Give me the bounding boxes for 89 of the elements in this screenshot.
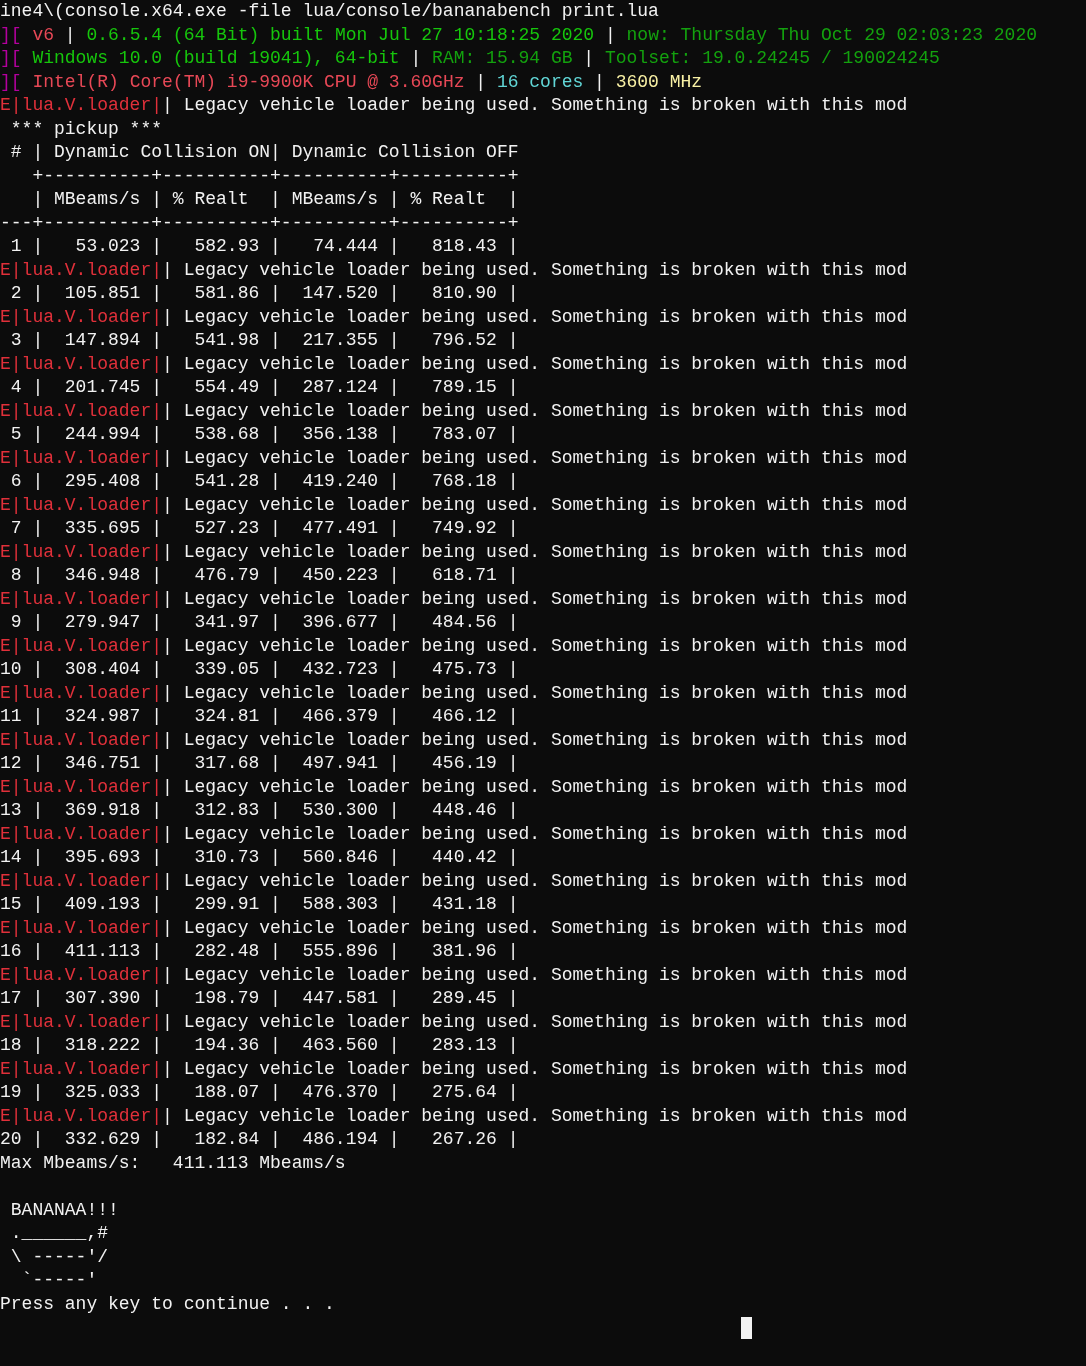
log-source: E|lua.V.loader| (0, 1058, 163, 1079)
console-text: # | Dynamic Collision ON| Dynamic Collision OFF (9, 142, 519, 162)
table-row-text: 1 | 53.023 | 582.93 | 74.444 | 818.43 | (9, 236, 519, 256)
table-row-text: 7 | 335.695 | 527.23 | 477.491 | 749.92 | (9, 518, 519, 538)
log-message: | Legacy vehicle loader being used. Something is broken with this mod (162, 729, 908, 750)
log-message: | Legacy vehicle loader being used. Something is broken with this mod (162, 400, 908, 421)
console-text: Max Mbeams/s: 411.113 Mbeams/s (0, 1152, 346, 1173)
log-message: | Legacy vehicle loader being used. Something is broken with this mod (162, 259, 908, 280)
log-message: | Legacy vehicle loader being used. Something is broken with this mod (162, 306, 908, 327)
table-row-text: 2 | 105.851 | 581.86 | 147.520 | 810.90 | (9, 283, 519, 303)
console-text: ][ (0, 24, 22, 45)
log-source: E|lua.V.loader| (0, 494, 163, 515)
table-row: 20 | 332.629 | 182.84 | 486.194 | 267.26 | (0, 1129, 519, 1149)
log-message: | Legacy vehicle loader being used. Something is broken with this mod (162, 541, 908, 562)
table-row-text: 5 | 244.994 | 538.68 | 356.138 | 783.07 | (9, 424, 519, 444)
log-message: | Legacy vehicle loader being used. Something is broken with this mod (162, 494, 908, 515)
table-row-text: 9 | 279.947 | 341.97 | 396.677 | 484.56 | (9, 612, 519, 632)
console-text: | (603, 24, 617, 45)
log-source: E|lua.V.loader| (0, 353, 163, 374)
table-row: 16 | 411.113 | 282.48 | 555.896 | 381.96 | (0, 941, 519, 961)
log-source: E|lua.V.loader| (0, 588, 163, 609)
log-message: | Legacy vehicle loader being used. Something is broken with this mod (162, 1105, 908, 1126)
log-source: E|lua.V.loader| (0, 870, 163, 891)
log-source: E|lua.V.loader| (0, 682, 163, 703)
log-message: | Legacy vehicle loader being used. Something is broken with this mod (162, 447, 908, 468)
table-row-text: 6 | 295.408 | 541.28 | 419.240 | 768.18 | (9, 471, 519, 491)
console-text: RAM: 15.94 GB (432, 48, 573, 68)
console-text: | (582, 48, 596, 68)
log-source: E|lua.V.loader| (0, 306, 163, 327)
table-row: 18 | 318.222 | 194.36 | 463.560 | 283.13 | (0, 1035, 519, 1055)
log-source: E|lua.V.loader| (0, 729, 163, 750)
console-text: 0.6.5.4 (64 Bit) built Mon Jul 27 10:18:25 2020 (86, 24, 595, 45)
log-source: E|lua.V.loader| (0, 776, 163, 797)
log-source: E|lua.V.loader| (0, 917, 163, 938)
console-text: BANANAA!!! (9, 1199, 119, 1220)
command-line: ine4\(console.x64.exe -file lua/console/bananabench print.lua (0, 1, 659, 21)
bowl-ascii-art: .______,# \ -----'/ `-----' (9, 1222, 109, 1292)
log-message: | Legacy vehicle loader being used. Something is broken with this mod (162, 917, 908, 938)
table-row: 14 | 395.693 | 310.73 | 560.846 | 440.42 | (0, 847, 519, 867)
console-text: ][ (0, 48, 22, 68)
table-row-text: 4 | 201.745 | 554.49 | 287.124 | 789.15 | (9, 377, 519, 397)
log-message: | Legacy vehicle loader being used. Something is broken with this mod (162, 635, 908, 656)
table-row-text: 3 | 147.894 | 541.98 | 217.355 | 796.52 | (9, 330, 519, 350)
console-text: *** pickup *** (9, 118, 163, 139)
log-source: E|lua.V.loader| (0, 259, 163, 280)
log-message: | Legacy vehicle loader being used. Something is broken with this mod (162, 823, 908, 844)
console-text: ][ (0, 71, 22, 92)
table-row: 11 | 324.987 | 324.81 | 466.379 | 466.12 | (0, 706, 519, 726)
log-message: | Legacy vehicle loader being used. Something is broken with this mod (162, 588, 908, 609)
table-row: 12 | 346.751 | 317.68 | 497.941 | 456.19 | (0, 753, 519, 773)
log-source: E|lua.V.loader| (0, 1105, 163, 1126)
log-message: | Legacy vehicle loader being used. Something is broken with this mod (162, 776, 908, 797)
console-text: +----------+----------+----------+----------+ (31, 165, 519, 186)
log-message: | Legacy vehicle loader being used. Something is broken with this mod (162, 964, 908, 985)
console-text: | (593, 71, 606, 92)
console-text: Press any key to continue . . . (0, 1293, 335, 1314)
console-text: now: Thursday Thu Oct 29 02:03:23 2020 (626, 24, 1037, 45)
console-text: Windows 10.0 (build 19041), 64-bit (31, 48, 400, 68)
table-row: 19 | 325.033 | 188.07 | 476.370 | 275.64 | (0, 1082, 519, 1102)
log-source: E|lua.V.loader| (0, 95, 163, 115)
log-message: | Legacy vehicle loader being used. Something is broken with this mod (162, 353, 908, 374)
log-message: | Legacy vehicle loader being used. Something is broken with this mod (162, 870, 908, 891)
console-text: Intel(R) Core(TM) i9-9900K CPU @ 3.60GHz (31, 71, 465, 92)
table-row: 13 | 369.918 | 312.83 | 530.300 | 448.46 | (0, 800, 519, 820)
console-text: | MBeams/s | % Realt | MBeams/s | % Realt | (31, 189, 519, 209)
table-row-text: 8 | 346.948 | 476.79 | 450.223 | 618.71 | (9, 565, 519, 585)
log-message: | Legacy vehicle loader being used. Something is broken with this mod (162, 682, 908, 703)
log-source: E|lua.V.loader| (0, 635, 163, 656)
console-text: | (474, 71, 488, 92)
log-source: E|lua.V.loader| (0, 400, 163, 421)
table-row: 17 | 307.390 | 198.79 | 447.581 | 289.45 | (0, 988, 519, 1008)
log-source: E|lua.V.loader| (0, 447, 163, 468)
console-text: Toolset: 19.0.24245 / 190024245 (604, 48, 940, 68)
console-text: 3600 MHz (615, 71, 703, 92)
console-text: 16 cores (496, 71, 584, 92)
log-message: | Legacy vehicle loader being used. Something is broken with this mod (162, 1058, 908, 1079)
log-source: E|lua.V.loader| (0, 541, 163, 562)
console-text: | (64, 24, 77, 45)
table-row: 15 | 409.193 | 299.91 | 588.303 | 431.18 | (0, 894, 519, 914)
log-source: E|lua.V.loader| (0, 823, 163, 844)
log-source: E|lua.V.loader| (0, 1011, 163, 1032)
text-cursor (741, 1316, 752, 1339)
log-message: | Legacy vehicle loader being used. Something is broken with this mod (162, 1011, 908, 1032)
console-text: v6 (31, 24, 55, 45)
console-text: ---+----------+----------+----------+----------+ (0, 212, 519, 233)
console-text: | (409, 48, 423, 68)
log-source: E|lua.V.loader| (0, 964, 163, 985)
table-row: 10 | 308.404 | 339.05 | 432.723 | 475.73 | (0, 659, 519, 679)
log-message: | Legacy vehicle loader being used. Something is broken with this mod (162, 95, 908, 115)
